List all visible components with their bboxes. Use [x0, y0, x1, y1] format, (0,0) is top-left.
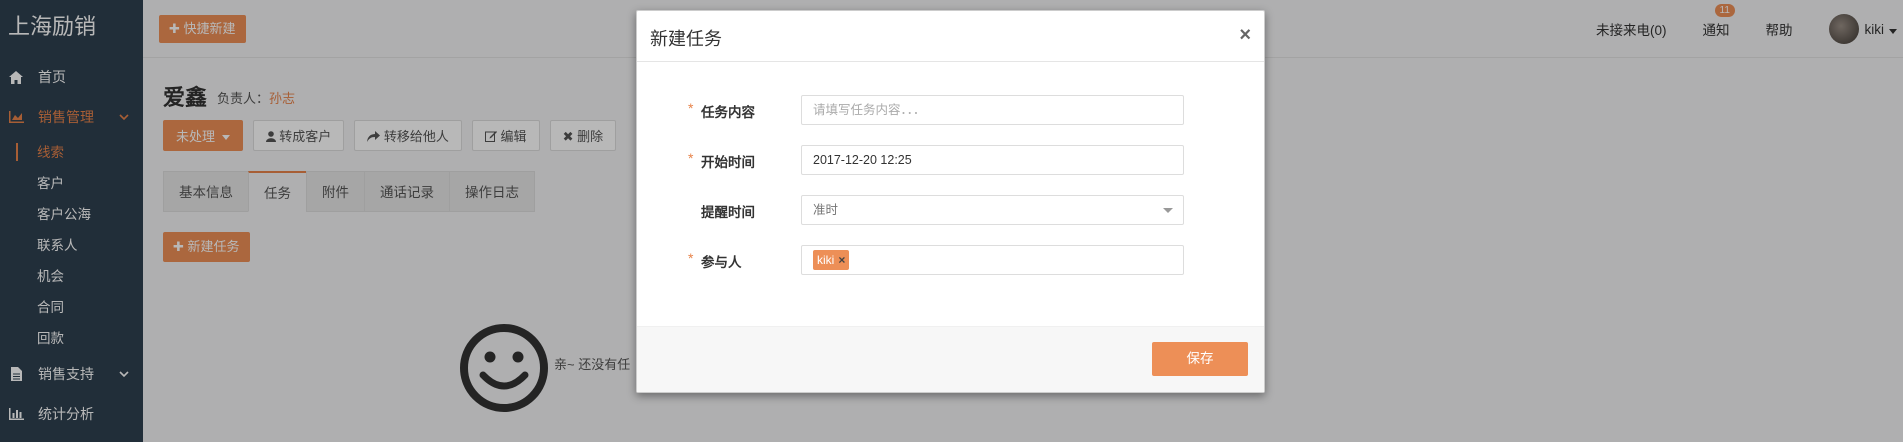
required-mark: *	[688, 150, 694, 166]
required-mark: *	[688, 250, 694, 266]
modal-header: 新建任务 ×	[637, 11, 1264, 62]
remind-time-value: 准时	[813, 203, 839, 217]
start-time-label: 开始时间	[701, 155, 755, 170]
participant-name: kiki	[817, 253, 835, 267]
participants-label: 参与人	[701, 255, 742, 270]
task-content-row: * 任务内容 请填写任务内容．．．	[637, 95, 1264, 125]
modal-footer: 保存	[637, 326, 1264, 392]
remind-time-select[interactable]: 准时	[801, 195, 1184, 225]
remind-time-label: 提醒时间	[701, 205, 755, 220]
caret-down-icon	[1163, 208, 1173, 213]
task-content-label: 任务内容	[701, 105, 755, 120]
remove-tag-icon[interactable]: ×	[838, 253, 845, 267]
new-task-modal: 新建任务 × * 任务内容 请填写任务内容．．． * 开始时间 2017-12-…	[636, 10, 1265, 393]
remind-time-row: 提醒时间 准时	[637, 195, 1264, 225]
save-button[interactable]: 保存	[1152, 342, 1248, 376]
start-time-input[interactable]: 2017-12-20 12:25	[801, 145, 1184, 175]
participants-input[interactable]: kiki ×	[801, 245, 1184, 275]
modal-title: 新建任务	[650, 29, 722, 49]
required-mark: *	[688, 100, 694, 116]
task-content-input[interactable]: 请填写任务内容．．．	[801, 95, 1184, 125]
participant-tag: kiki ×	[813, 250, 850, 270]
start-time-row: * 开始时间 2017-12-20 12:25	[637, 145, 1264, 175]
close-icon[interactable]: ×	[1239, 25, 1251, 45]
participants-row: * 参与人 kiki ×	[637, 245, 1264, 275]
